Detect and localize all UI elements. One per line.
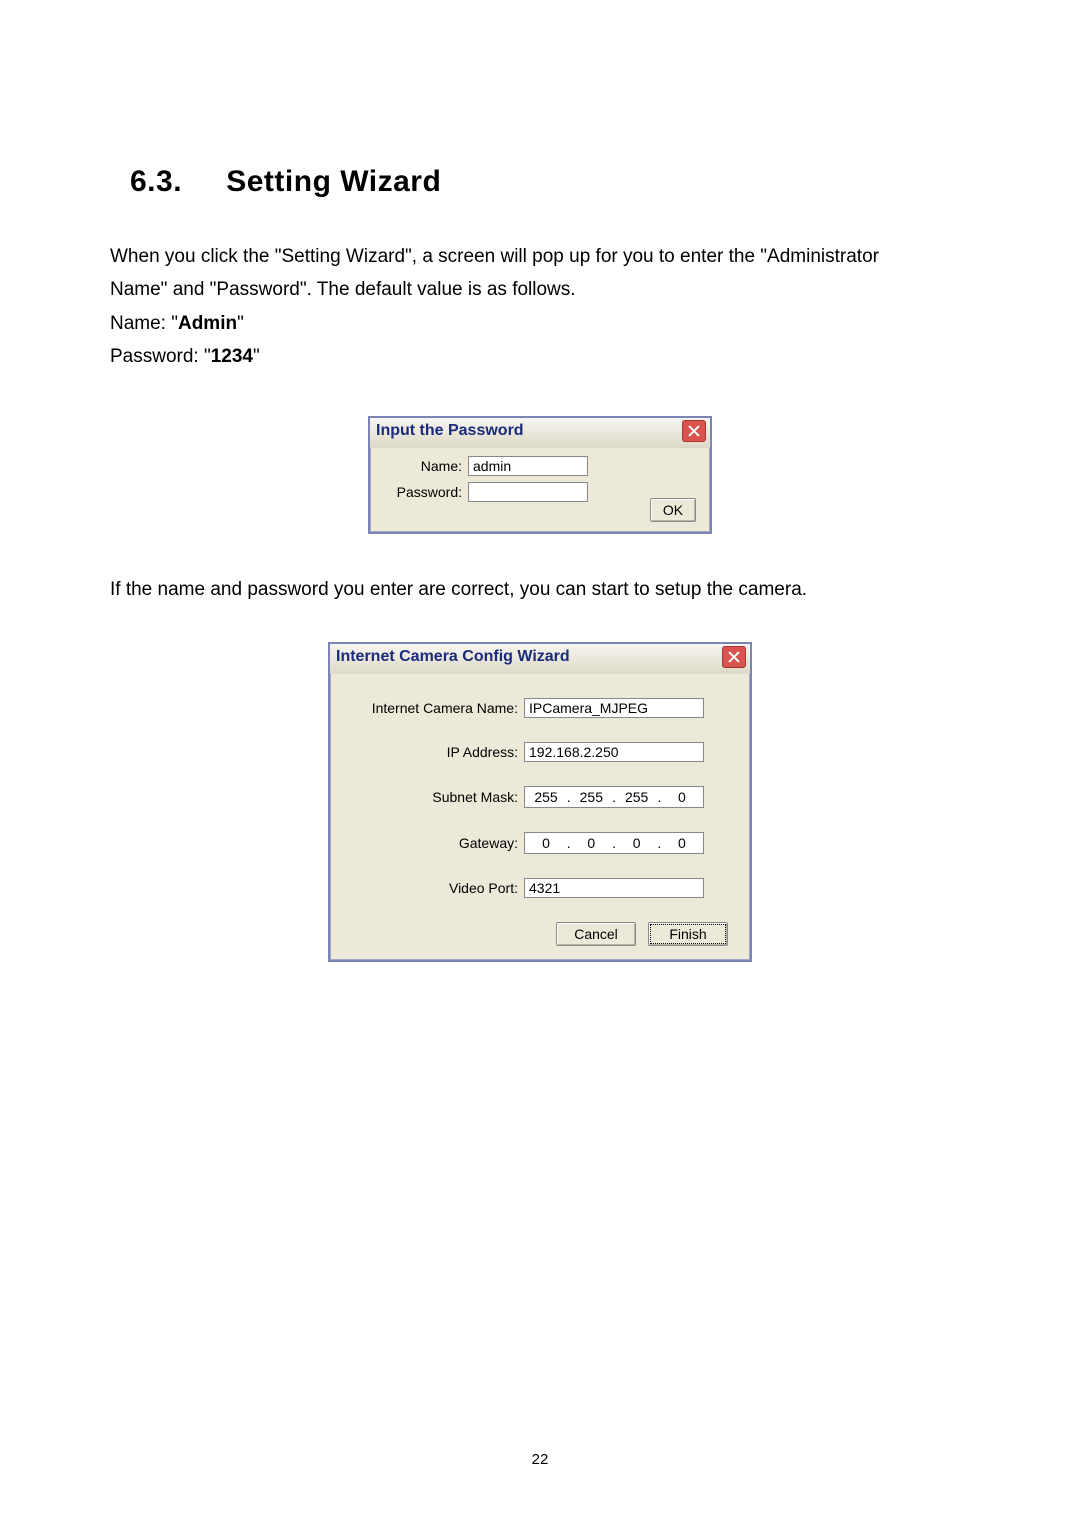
- password-dialog-titlebar: Input the Password: [370, 418, 710, 448]
- ip-dot: .: [566, 835, 572, 851]
- default-name-value: Admin: [178, 313, 237, 334]
- ip-address-label: IP Address:: [348, 744, 524, 760]
- gateway-label: Gateway:: [348, 835, 524, 851]
- subnet-mask-input[interactable]: 255 . 255 . 255 . 0: [524, 786, 704, 808]
- config-wizard-title: Internet Camera Config Wizard: [336, 648, 570, 666]
- default-password-label: Password: ": [110, 346, 211, 367]
- ip-dot: .: [611, 835, 617, 851]
- camera-name-input[interactable]: [524, 698, 704, 718]
- name-label: Name:: [380, 458, 468, 474]
- config-wizard-body: Internet Camera Name: IP Address: Subnet…: [330, 674, 750, 960]
- name-input[interactable]: [468, 456, 588, 476]
- document-page: 6.3. Setting Wizard When you click the "…: [0, 0, 1080, 1528]
- close-icon: [688, 425, 700, 437]
- password-label: Password:: [380, 484, 468, 500]
- camera-name-label: Internet Camera Name:: [348, 700, 524, 716]
- config-wizard-titlebar: Internet Camera Config Wizard: [330, 644, 750, 674]
- password-dialog-title: Input the Password: [376, 422, 524, 440]
- subnet-octet-2: 255: [576, 789, 606, 805]
- page-number: 22: [0, 1451, 1080, 1468]
- ip-address-input[interactable]: [524, 742, 704, 762]
- close-icon: [728, 651, 740, 663]
- gateway-octet-4: 0: [667, 835, 697, 851]
- password-dialog: Input the Password Name: Password: OK: [368, 416, 712, 534]
- subnet-octet-4: 0: [667, 789, 697, 805]
- gateway-input[interactable]: 0 . 0 . 0 . 0: [524, 832, 704, 854]
- intro-paragraph-line2: Name" and "Password". The default value …: [110, 274, 970, 305]
- gateway-octet-1: 0: [531, 835, 561, 851]
- ip-dot: .: [656, 789, 662, 805]
- section-title: Setting Wizard: [226, 165, 441, 198]
- intro-paragraph-line1: When you click the "Setting Wizard", a s…: [110, 241, 970, 272]
- subnet-mask-label: Subnet Mask:: [348, 789, 524, 805]
- cancel-button[interactable]: Cancel: [556, 922, 636, 946]
- default-name-line: Name: "Admin": [110, 308, 970, 339]
- close-button[interactable]: [722, 646, 746, 668]
- default-name-close: ": [237, 313, 244, 334]
- finish-button[interactable]: Finish: [648, 922, 728, 946]
- default-password-line: Password: "1234": [110, 341, 970, 372]
- subnet-octet-1: 255: [531, 789, 561, 805]
- ip-dot: .: [656, 835, 662, 851]
- mid-paragraph: If the name and password you enter are c…: [110, 574, 970, 605]
- close-button[interactable]: [682, 420, 706, 442]
- default-password-close: ": [253, 346, 260, 367]
- ip-dot: .: [566, 789, 572, 805]
- video-port-label: Video Port:: [348, 880, 524, 896]
- video-port-input[interactable]: [524, 878, 704, 898]
- password-dialog-body: Name: Password: OK: [370, 448, 710, 532]
- default-name-label: Name: ": [110, 313, 178, 334]
- gateway-octet-2: 0: [576, 835, 606, 851]
- ip-dot: .: [611, 789, 617, 805]
- password-input[interactable]: [468, 482, 588, 502]
- gateway-octet-3: 0: [622, 835, 652, 851]
- subnet-octet-3: 255: [622, 789, 652, 805]
- default-password-value: 1234: [211, 346, 253, 367]
- section-number: 6.3.: [130, 165, 182, 198]
- section-heading: 6.3. Setting Wizard: [130, 165, 970, 199]
- config-wizard-dialog: Internet Camera Config Wizard Internet C…: [328, 642, 752, 962]
- ok-button[interactable]: OK: [650, 498, 696, 522]
